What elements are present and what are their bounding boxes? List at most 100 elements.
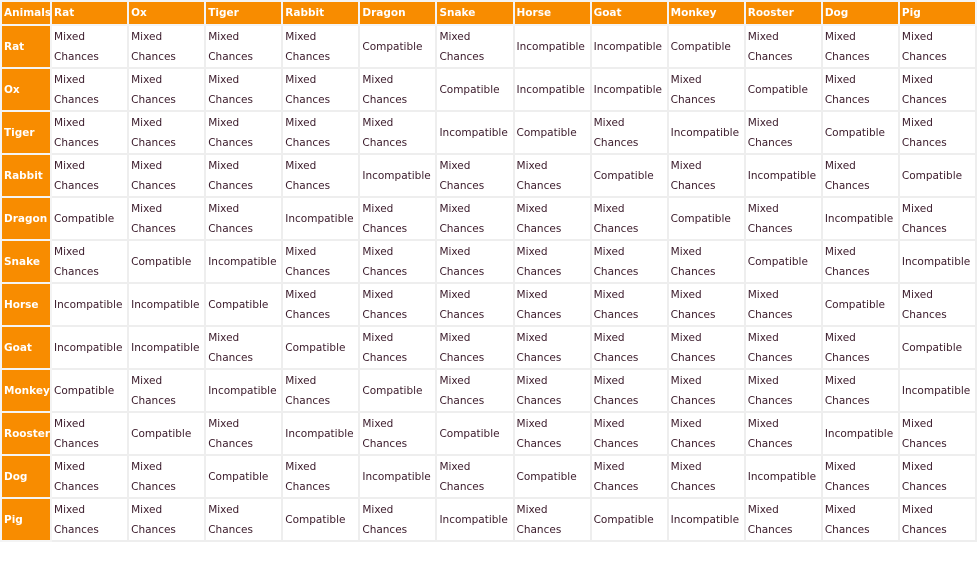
cell-text: Chances bbox=[901, 308, 947, 321]
cell-text: Mixed bbox=[593, 288, 625, 301]
cell-text: Mixed bbox=[208, 503, 240, 516]
cell-text: Mixed bbox=[901, 417, 933, 430]
compat-cell-mixed: Mixed Chances bbox=[435, 282, 515, 327]
cell-text: Mixed bbox=[285, 245, 317, 258]
compat-cell-mixed: Mixed Chances bbox=[666, 368, 746, 413]
compat-cell-compatible: Compatible bbox=[589, 153, 669, 198]
cell-text: Chances bbox=[593, 265, 639, 278]
cell-text: Mixed bbox=[439, 288, 471, 301]
cell-text: Mixed bbox=[670, 159, 702, 172]
cell-text: Chances bbox=[54, 480, 99, 493]
column-header-snake: Snake bbox=[435, 0, 515, 26]
cell-text: Mixed bbox=[285, 460, 317, 473]
compat-cell-incompatible: Incompatible bbox=[358, 153, 438, 198]
row-header-rooster: Rooster bbox=[0, 411, 53, 456]
cell-text: Chances bbox=[362, 351, 408, 364]
cell-text: Compatible bbox=[747, 255, 808, 268]
cell-text: Chances bbox=[439, 265, 485, 278]
cell-text: Mixed bbox=[208, 73, 240, 86]
cell-text: Chances bbox=[824, 394, 870, 407]
cell-text: Chances bbox=[516, 351, 562, 364]
column-header-ox: Ox bbox=[127, 0, 207, 26]
cell-text: Mixed bbox=[208, 30, 240, 43]
cell-text: Mixed bbox=[131, 73, 163, 86]
cell-text: Mixed bbox=[439, 460, 471, 473]
cell-text: Chances bbox=[131, 480, 176, 493]
cell-text: Chances bbox=[901, 437, 947, 450]
compat-cell-compatible: Compatible bbox=[589, 497, 669, 542]
cell-text: Chances bbox=[824, 179, 870, 192]
table-row-tiger: Tiger Mixed Chances Mixed Chances Mixed Chance… bbox=[0, 110, 977, 155]
compat-cell-mixed: Mixed Chances bbox=[435, 454, 515, 499]
compat-cell-compatible: Compatible bbox=[897, 325, 977, 370]
cell-text: Chances bbox=[208, 351, 253, 364]
column-header-rooster: Rooster bbox=[743, 0, 823, 26]
cell-text: Chances bbox=[285, 265, 331, 278]
compat-cell-mixed: Mixed Chances bbox=[204, 497, 284, 542]
compat-cell-mixed: Mixed Chances bbox=[666, 325, 746, 370]
cell-text: Incompatible bbox=[824, 212, 894, 225]
cell-text: Mixed bbox=[54, 503, 86, 516]
compat-cell-compatible: Compatible bbox=[127, 239, 207, 284]
cell-text: Chances bbox=[901, 136, 947, 149]
cell-text: Mixed bbox=[747, 503, 779, 516]
header-row: Animals Rat Ox Tiger Rabbit Dragon Snake Horse… bbox=[0, 0, 977, 26]
cell-text: Mixed bbox=[439, 374, 471, 387]
compat-cell-compatible: Compatible bbox=[435, 411, 515, 456]
cell-text: Chances bbox=[439, 308, 485, 321]
cell-text: Compatible bbox=[131, 255, 192, 268]
cell-text: Chances bbox=[439, 480, 485, 493]
cell-text: Mixed bbox=[901, 73, 933, 86]
cell-text: Incompatible bbox=[593, 40, 662, 53]
compat-cell-mixed: Mixed Chances bbox=[589, 454, 669, 499]
cell-text: Chances bbox=[131, 222, 176, 235]
cell-text: Chances bbox=[131, 93, 176, 106]
cell-text: Mixed bbox=[670, 245, 702, 258]
cell-text: Chances bbox=[670, 93, 716, 106]
cell-text: Chances bbox=[824, 50, 870, 63]
row-header-monkey: Monkey bbox=[0, 368, 53, 413]
compat-cell-mixed: Mixed Chances bbox=[50, 110, 130, 155]
cell-text: Chances bbox=[747, 351, 793, 364]
cell-text: Mixed bbox=[131, 374, 163, 387]
cell-text: Mixed bbox=[54, 460, 86, 473]
compat-cell-compatible: Compatible bbox=[743, 67, 823, 112]
cell-text: Chances bbox=[747, 50, 793, 63]
compat-cell-incompatible: Incompatible bbox=[666, 497, 746, 542]
compat-cell-mixed: Mixed Chances bbox=[281, 239, 361, 284]
cell-text: Chances bbox=[824, 265, 870, 278]
column-header-monkey: Monkey bbox=[666, 0, 746, 26]
row-header-pig: Pig bbox=[0, 497, 53, 542]
cell-text: Mixed bbox=[362, 245, 394, 258]
cell-text: Chances bbox=[362, 437, 408, 450]
cell-text: Chances bbox=[516, 523, 562, 536]
cell-text: Compatible bbox=[54, 384, 115, 397]
compat-cell-mixed: Mixed Chances bbox=[204, 325, 284, 370]
cell-text: Incompatible bbox=[285, 212, 354, 225]
row-header-horse: Horse bbox=[0, 282, 53, 327]
cell-text: Compatible bbox=[901, 169, 963, 182]
cell-text: Mixed bbox=[593, 202, 625, 215]
cell-text: Chances bbox=[516, 394, 562, 407]
cell-text: Chances bbox=[208, 136, 253, 149]
compat-cell-compatible: Compatible bbox=[897, 153, 977, 198]
compat-cell-compatible: Compatible bbox=[281, 497, 361, 542]
cell-text: Chances bbox=[362, 222, 408, 235]
compat-cell-mixed: Mixed Chances bbox=[820, 153, 900, 198]
compat-cell-compatible: Compatible bbox=[666, 196, 746, 241]
cell-text: Mixed bbox=[516, 202, 548, 215]
cell-text: Mixed bbox=[670, 374, 702, 387]
cell-text: Chances bbox=[362, 265, 408, 278]
compat-cell-mixed: Mixed Chances bbox=[358, 196, 438, 241]
cell-text: Incompatible bbox=[670, 126, 740, 139]
cell-text: Mixed bbox=[593, 245, 625, 258]
table-body: Rat Mixed Chances Mixed Chances Mixed Chances M… bbox=[0, 24, 977, 542]
cell-text: Incompatible bbox=[131, 341, 200, 354]
cell-text: Mixed bbox=[516, 374, 548, 387]
cell-text: Chances bbox=[670, 480, 716, 493]
cell-text: Incompatible bbox=[593, 83, 662, 96]
compat-cell-mixed: Mixed Chances bbox=[358, 497, 438, 542]
cell-text: Chances bbox=[439, 351, 485, 364]
column-header-pig: Pig bbox=[897, 0, 977, 26]
cell-text: Chances bbox=[670, 394, 716, 407]
